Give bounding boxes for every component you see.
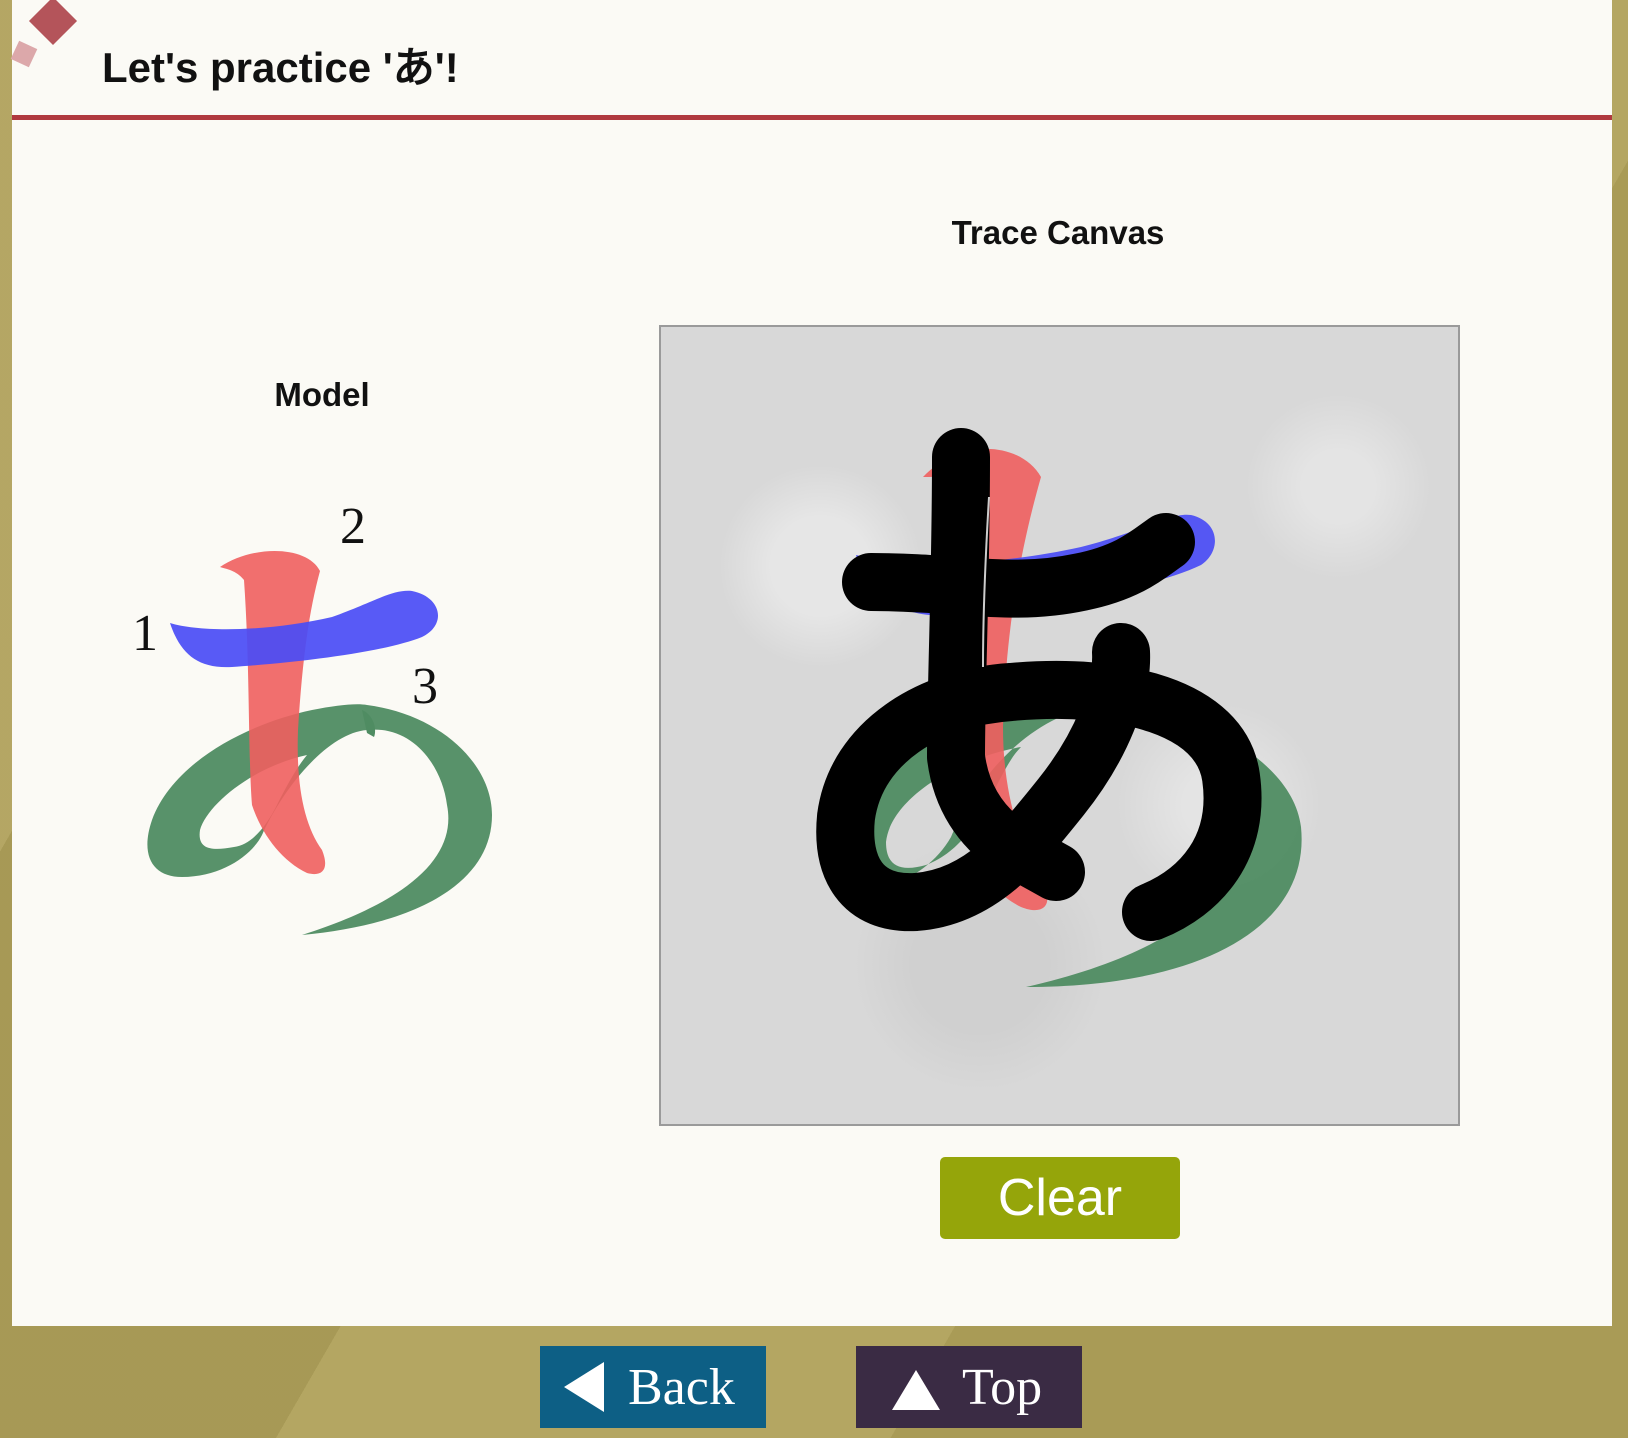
trace-drawing — [816, 428, 1302, 987]
title-divider — [12, 115, 1612, 120]
stroke-number-2: 2 — [340, 505, 366, 555]
back-button[interactable]: Back — [540, 1346, 766, 1428]
user-strokes — [816, 428, 1262, 941]
page-title: Let's practice 'あ'! — [102, 44, 459, 91]
back-arrow-icon — [564, 1362, 604, 1412]
model-character-diagram: 1 2 3 — [132, 505, 492, 935]
model-stroke-3 — [147, 704, 492, 935]
clear-button[interactable]: Clear — [940, 1157, 1180, 1239]
model-label: Model — [274, 376, 370, 413]
trace-canvas[interactable] — [659, 325, 1460, 1126]
diamond-decoration-icon — [28, 0, 78, 46]
practice-panel: Let's practice 'あ'! Model 1 2 3 Trace Ca… — [10, 0, 1612, 1326]
stroke-number-3: 3 — [412, 658, 438, 715]
up-arrow-icon — [892, 1370, 940, 1410]
stroke-number-1: 1 — [132, 605, 158, 662]
top-button-label: Top — [962, 1358, 1043, 1416]
trace-canvas-label: Trace Canvas — [951, 214, 1165, 251]
small-diamond-decoration-icon — [10, 40, 38, 68]
top-button[interactable]: Top — [856, 1346, 1082, 1428]
back-button-label: Back — [628, 1358, 735, 1416]
